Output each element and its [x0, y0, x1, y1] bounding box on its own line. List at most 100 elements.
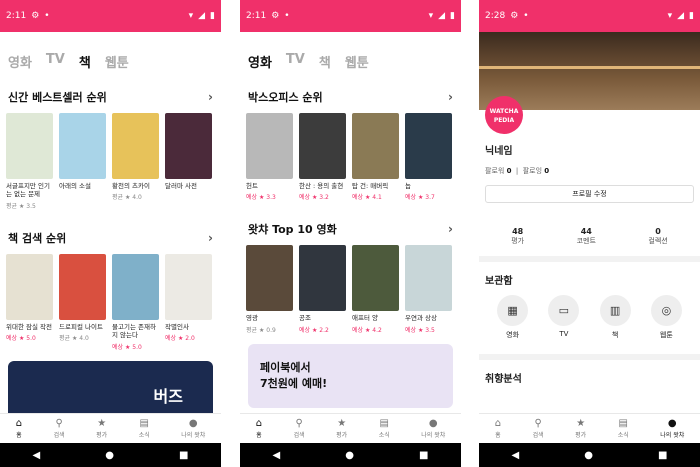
- nav-news[interactable]: ▤ 소식: [618, 418, 629, 439]
- nav-label: 나의 왓챠: [181, 432, 206, 439]
- tab-movie[interactable]: 영화: [8, 52, 32, 71]
- promo-banner[interactable]: 페이북에서 7천원에 예매!: [248, 343, 453, 408]
- book-card[interactable]: 위대한 잠실 작전 예상 ★ 5.0: [6, 253, 53, 351]
- section-header[interactable]: 왓챠 Top 10 영화 ›: [240, 221, 461, 237]
- home-icon: ⌂: [15, 418, 23, 429]
- nav-my[interactable]: ● 나의 왓챠: [660, 418, 684, 439]
- stat-ratings[interactable]: 48 평가: [511, 227, 524, 246]
- movie-title: 놉: [405, 182, 411, 190]
- search-icon: ⚲: [534, 418, 542, 429]
- back-icon[interactable]: ◀: [33, 450, 41, 461]
- tab-book[interactable]: 책: [319, 52, 331, 71]
- following-count[interactable]: 0: [544, 167, 549, 175]
- tab-book[interactable]: 책: [79, 52, 91, 71]
- screen-profile: 2:28 ⚙ • ▾ ◢ ▮ WATCHA PEDIA 닉네임 팔로워 0 | …: [479, 0, 700, 467]
- recents-icon[interactable]: ■: [179, 450, 188, 461]
- movie-card[interactable]: 우연과 상상 예상 ★ 3.5: [405, 245, 452, 334]
- rating-label: 예상: [352, 194, 364, 202]
- storage-label: 영화: [506, 331, 520, 339]
- chat-icon: ▤: [618, 418, 628, 429]
- rating-value: ★ 3.3: [258, 194, 276, 202]
- promo-banner[interactable]: 버즈: [8, 360, 213, 421]
- nav-search[interactable]: ⚲ 검색: [54, 418, 65, 439]
- bottom-nav: ⌂ 홈 ⚲ 검색 ★ 평가 ▤ 소식 ● 나의 왓챠: [240, 413, 461, 443]
- book-card[interactable]: 황천의 츠카이 평균 ★ 4.0: [112, 113, 159, 210]
- movie-card[interactable]: 영광 평균 ★ 0.9: [246, 245, 293, 334]
- nav-my[interactable]: ● 나의 왓챠: [181, 418, 205, 439]
- nav-news[interactable]: ▤ 소식: [139, 418, 150, 439]
- movie-card[interactable]: 공조 예상 ★ 2.2: [299, 245, 346, 334]
- tab-webtoon[interactable]: 웹툰: [105, 52, 129, 71]
- section-header[interactable]: 책 검색 순위 ›: [0, 230, 221, 246]
- book-card[interactable]: 물고기는 존재하지 않는다 예상 ★ 5.0: [112, 253, 159, 351]
- rating-value: ★ 4.2: [364, 326, 382, 334]
- nav-label: 소식: [617, 432, 629, 439]
- movie-card[interactable]: 헌트 예상 ★ 3.3: [246, 113, 293, 201]
- home-circle-icon[interactable]: ●: [584, 450, 593, 461]
- follower-label[interactable]: 팔로워: [485, 167, 504, 175]
- webtoon-icon: ◎: [650, 295, 682, 326]
- system-nav: ◀ ● ■: [0, 443, 221, 467]
- home-circle-icon[interactable]: ●: [105, 450, 114, 461]
- storage-movie[interactable]: ▦ 영화: [497, 295, 529, 340]
- nav-rate[interactable]: ★ 평가: [96, 418, 107, 439]
- book-card[interactable]: 작별인사 예상 ★ 2.0: [165, 253, 212, 351]
- nav-home[interactable]: ⌂ 홈: [256, 418, 262, 439]
- section-header[interactable]: 신간 베스트셀러 순위 ›: [0, 89, 221, 105]
- rating-label: 예상: [6, 335, 18, 343]
- book-card[interactable]: 달러마 사전: [165, 113, 212, 210]
- nav-search[interactable]: ⚲ 검색: [294, 418, 305, 439]
- storage-tv[interactable]: ▭ TV: [548, 295, 580, 340]
- back-icon[interactable]: ◀: [273, 450, 281, 461]
- nav-home[interactable]: ⌂ 홈: [495, 418, 501, 439]
- rating-label: 예상: [299, 326, 311, 334]
- book-cover: [59, 253, 106, 320]
- dot-icon: •: [284, 11, 290, 21]
- movie-title: 탑 건: 매버릭: [352, 182, 389, 190]
- screen-books: 2:11 ⚙ • ▾ ◢ ▮ 영화 TV 책 웹툰 신간 베스트셀러 순위 › …: [0, 0, 221, 467]
- nav-label: 검색: [53, 432, 65, 439]
- section-header[interactable]: 박스오피스 순위 ›: [240, 89, 461, 105]
- home-circle-icon[interactable]: ●: [345, 450, 354, 461]
- recents-icon[interactable]: ■: [658, 450, 667, 461]
- tab-movie[interactable]: 영화: [248, 52, 272, 71]
- follower-count[interactable]: 0: [507, 167, 512, 175]
- rating-value: ★ 4.0: [71, 335, 89, 343]
- nav-rate[interactable]: ★ 평가: [336, 418, 347, 439]
- stat-collections[interactable]: 0 컬렉션: [648, 227, 667, 246]
- movie-list: 영광 평균 ★ 0.9 공조 예상 ★ 2.2 애프터 양 예상 ★ 4.2 우…: [240, 245, 461, 334]
- nav-search[interactable]: ⚲ 검색: [533, 418, 544, 439]
- tab-tv[interactable]: TV: [46, 52, 65, 71]
- movie-card[interactable]: 애프터 양 예상 ★ 4.2: [352, 245, 399, 334]
- book-card[interactable]: 드로피컬 나이트 평균 ★ 4.0: [59, 253, 106, 351]
- movie-card[interactable]: 놉 예상 ★ 3.7: [405, 113, 452, 201]
- book-card[interactable]: 아래의 소설: [59, 113, 106, 210]
- tab-tv[interactable]: TV: [286, 52, 305, 71]
- movie-title: 한산 : 용의 출현: [299, 182, 344, 190]
- movie-card[interactable]: 한산 : 용의 출현 예상 ★ 3.2: [299, 113, 346, 201]
- section-title: 신간 베스트셀러 순위: [8, 91, 107, 104]
- following-label[interactable]: 팔로잉: [523, 167, 542, 175]
- battery-icon: ▮: [450, 11, 455, 21]
- nav-label: 홈: [495, 432, 501, 439]
- wifi-icon: ▾: [188, 11, 194, 21]
- system-nav: ◀ ● ■: [240, 443, 461, 467]
- taste-analysis-title[interactable]: 취향분석: [479, 360, 700, 393]
- edit-profile-button[interactable]: 프로필 수정: [485, 185, 694, 203]
- stat-comments[interactable]: 44 코멘트: [577, 227, 596, 246]
- back-icon[interactable]: ◀: [512, 450, 520, 461]
- tab-webtoon[interactable]: 웹툰: [345, 52, 369, 71]
- storage-webtoon[interactable]: ◎ 웹툰: [650, 295, 682, 340]
- nav-rate[interactable]: ★ 평가: [575, 418, 586, 439]
- rating-value: ★ 5.0: [18, 335, 36, 343]
- nav-my[interactable]: ● 나의 왓챠: [421, 418, 445, 439]
- battery-icon: ▮: [689, 11, 694, 21]
- nav-label: 검색: [532, 432, 544, 439]
- movie-card[interactable]: 탑 건: 매버릭 예상 ★ 4.1: [352, 113, 399, 201]
- nav-news[interactable]: ▤ 소식: [379, 418, 390, 439]
- recents-icon[interactable]: ■: [419, 450, 428, 461]
- book-card[interactable]: 서글프지만 인기는 없는 문제 평균 ★ 3.5: [6, 113, 53, 210]
- storage-book[interactable]: ▥ 책: [599, 295, 631, 340]
- storage-title: 보관함: [485, 276, 513, 287]
- nav-home[interactable]: ⌂ 홈: [16, 418, 22, 439]
